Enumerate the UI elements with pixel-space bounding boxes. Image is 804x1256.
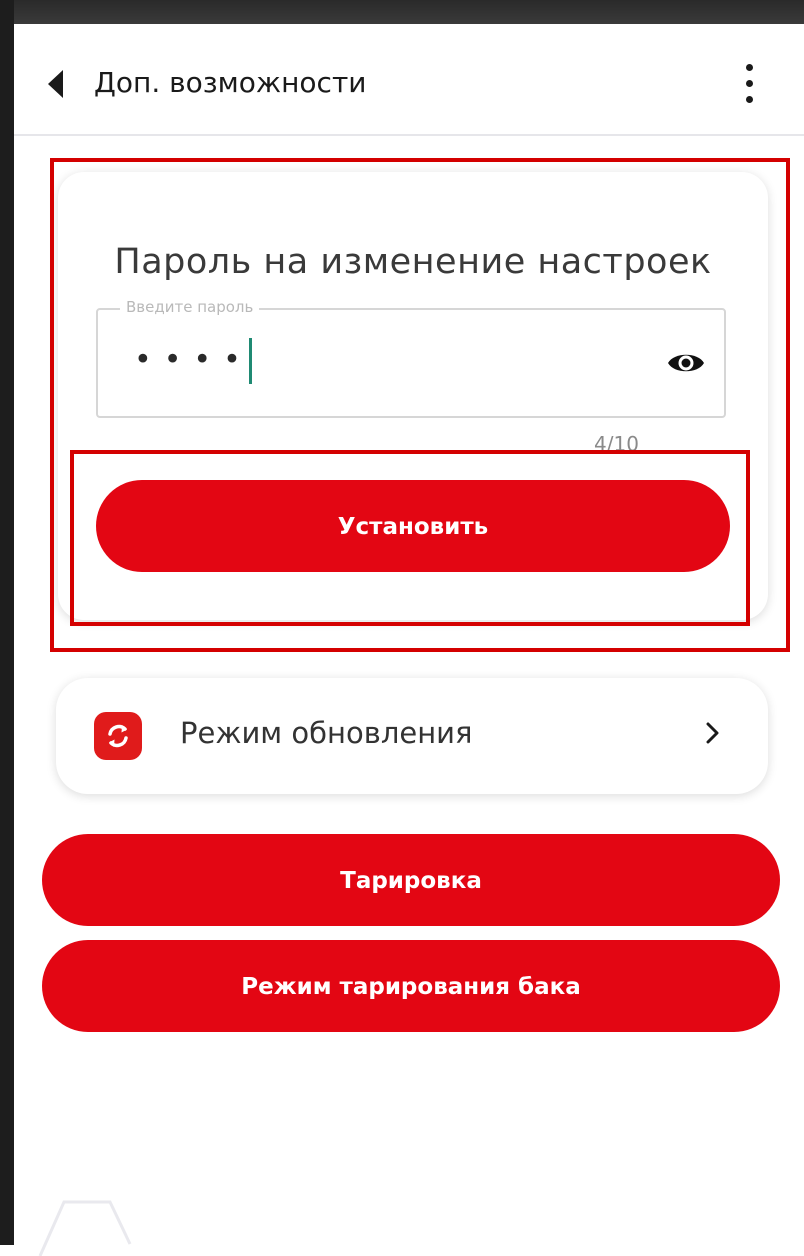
update-mode-label: Режим обновления <box>180 716 473 750</box>
update-mode-item[interactable]: Режим обновления <box>56 678 768 794</box>
tare-button[interactable]: Тарировка <box>42 834 780 926</box>
highlight-box-set-button <box>70 450 750 626</box>
more-vert-icon[interactable] <box>740 64 760 104</box>
back-arrow-icon[interactable] <box>48 70 63 98</box>
status-bar <box>0 0 804 24</box>
app-header: Доп. возможности <box>14 24 804 136</box>
refresh-icon <box>94 712 142 760</box>
page-title: Доп. возможности <box>94 66 367 99</box>
tank-tare-mode-button[interactable]: Режим тарирования бака <box>42 940 780 1032</box>
chevron-right-icon <box>706 722 719 744</box>
home-shape-icon <box>38 1200 132 1256</box>
app-screen: Доп. возможности Пароль на изменение нас… <box>14 24 804 1256</box>
screen-frame <box>0 0 14 1245</box>
